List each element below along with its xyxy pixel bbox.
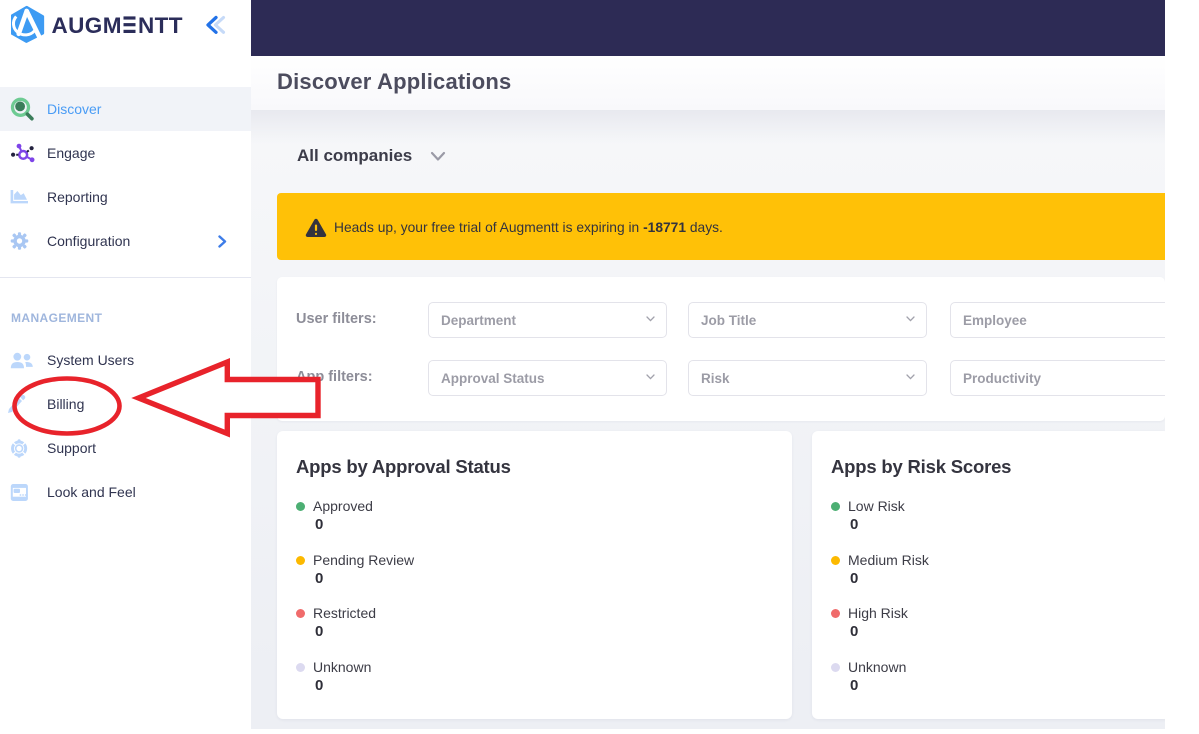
svg-text:NTT: NTT	[138, 13, 183, 38]
svg-text:AUGM: AUGM	[52, 13, 122, 38]
